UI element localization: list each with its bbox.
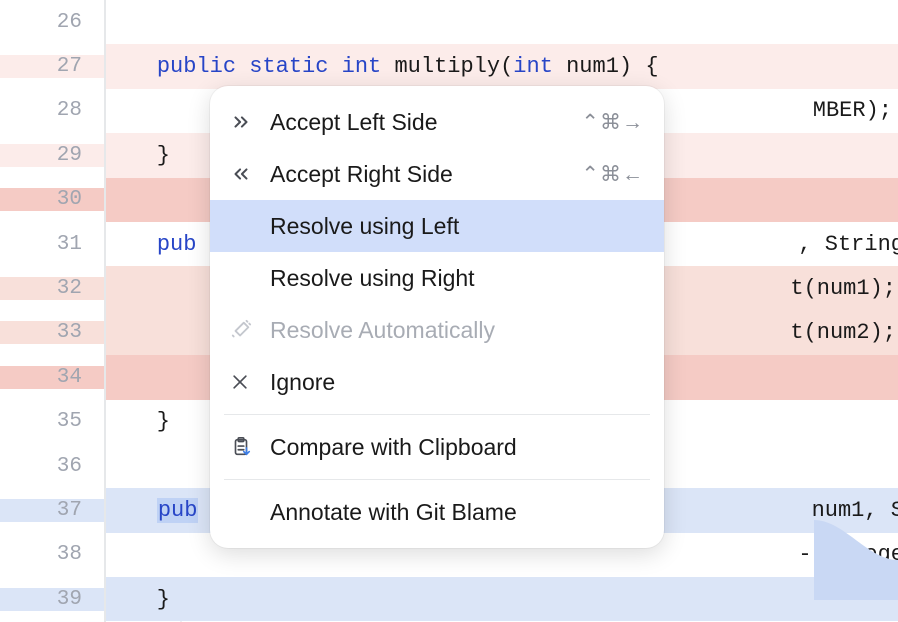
- keyword: int: [513, 54, 553, 79]
- menu-resolve-right[interactable]: Resolve using Right: [210, 252, 664, 304]
- line-number: 27: [0, 55, 104, 78]
- context-menu: Accept Left Side ⌃⌘→ Accept Right Side ⌃…: [210, 86, 664, 548]
- menu-separator: [224, 479, 650, 480]
- function-name: multiply: [394, 54, 500, 79]
- menu-resolve-left[interactable]: Resolve using Left: [210, 200, 664, 252]
- menu-label: Ignore: [270, 369, 644, 396]
- line-content[interactable]: [104, 0, 898, 44]
- code-line: 39 }: [0, 577, 898, 621]
- code-line: 27 public static int multiply(int num1) …: [0, 44, 898, 88]
- param: num1) {: [553, 54, 659, 79]
- line-number: 34: [0, 366, 104, 389]
- code-fragment: t(num2);: [790, 320, 896, 345]
- chevrons-left-icon: [230, 163, 270, 185]
- line-number: 33: [0, 321, 104, 344]
- brace: }: [104, 409, 170, 434]
- diff-connector: [814, 520, 898, 600]
- menu-compare-clipboard[interactable]: Compare with Clipboard: [210, 421, 664, 473]
- x-icon: [230, 372, 270, 392]
- menu-separator: [224, 414, 650, 415]
- keyword: pub: [157, 498, 199, 523]
- line-number: 35: [0, 410, 104, 433]
- keyboard-shortcut: ⌃⌘→: [581, 110, 644, 135]
- menu-label: Compare with Clipboard: [270, 434, 644, 461]
- line-number: 29: [0, 144, 104, 167]
- menu-label: Resolve using Right: [270, 265, 644, 292]
- line-number: 39: [0, 588, 104, 611]
- menu-label: Annotate with Git Blame: [270, 499, 644, 526]
- code-fragment: MBER);: [813, 98, 892, 123]
- chevrons-right-icon: [230, 111, 270, 133]
- menu-accept-right[interactable]: Accept Right Side ⌃⌘←: [210, 148, 664, 200]
- line-number: 38: [0, 543, 104, 566]
- menu-label: Accept Left Side: [270, 109, 581, 136]
- line-number: 30: [0, 188, 104, 211]
- magic-wand-icon: [230, 319, 270, 341]
- keyword: pub: [157, 232, 197, 257]
- menu-resolve-auto: Resolve Automatically: [210, 304, 664, 356]
- code-line: 26: [0, 0, 898, 44]
- line-number: 32: [0, 277, 104, 300]
- line-number: 37: [0, 499, 104, 522]
- brace: }: [104, 143, 170, 168]
- keyword: static: [249, 54, 328, 79]
- gutter-border: [104, 0, 106, 622]
- keyword: public: [157, 54, 236, 79]
- menu-ignore[interactable]: Ignore: [210, 356, 664, 408]
- line-number: 36: [0, 455, 104, 478]
- code-fragment: t(num1);: [790, 276, 896, 301]
- menu-git-blame[interactable]: Annotate with Git Blame: [210, 486, 664, 538]
- line-number: 26: [0, 11, 104, 34]
- paren: (: [500, 54, 513, 79]
- menu-label: Resolve using Left: [270, 213, 644, 240]
- line-content[interactable]: }: [104, 577, 898, 621]
- brace: }: [104, 587, 170, 612]
- line-number: 28: [0, 99, 104, 122]
- line-number: 31: [0, 233, 104, 256]
- line-content[interactable]: public static int multiply(int num1) {: [104, 44, 898, 88]
- code-fragment: , String: [798, 232, 898, 257]
- keyword: int: [342, 54, 382, 79]
- keyboard-shortcut: ⌃⌘←: [581, 162, 644, 187]
- menu-label: Resolve Automatically: [270, 317, 644, 344]
- menu-accept-left[interactable]: Accept Left Side ⌃⌘→: [210, 96, 664, 148]
- clipboard-icon: [230, 436, 270, 458]
- menu-label: Accept Right Side: [270, 161, 581, 188]
